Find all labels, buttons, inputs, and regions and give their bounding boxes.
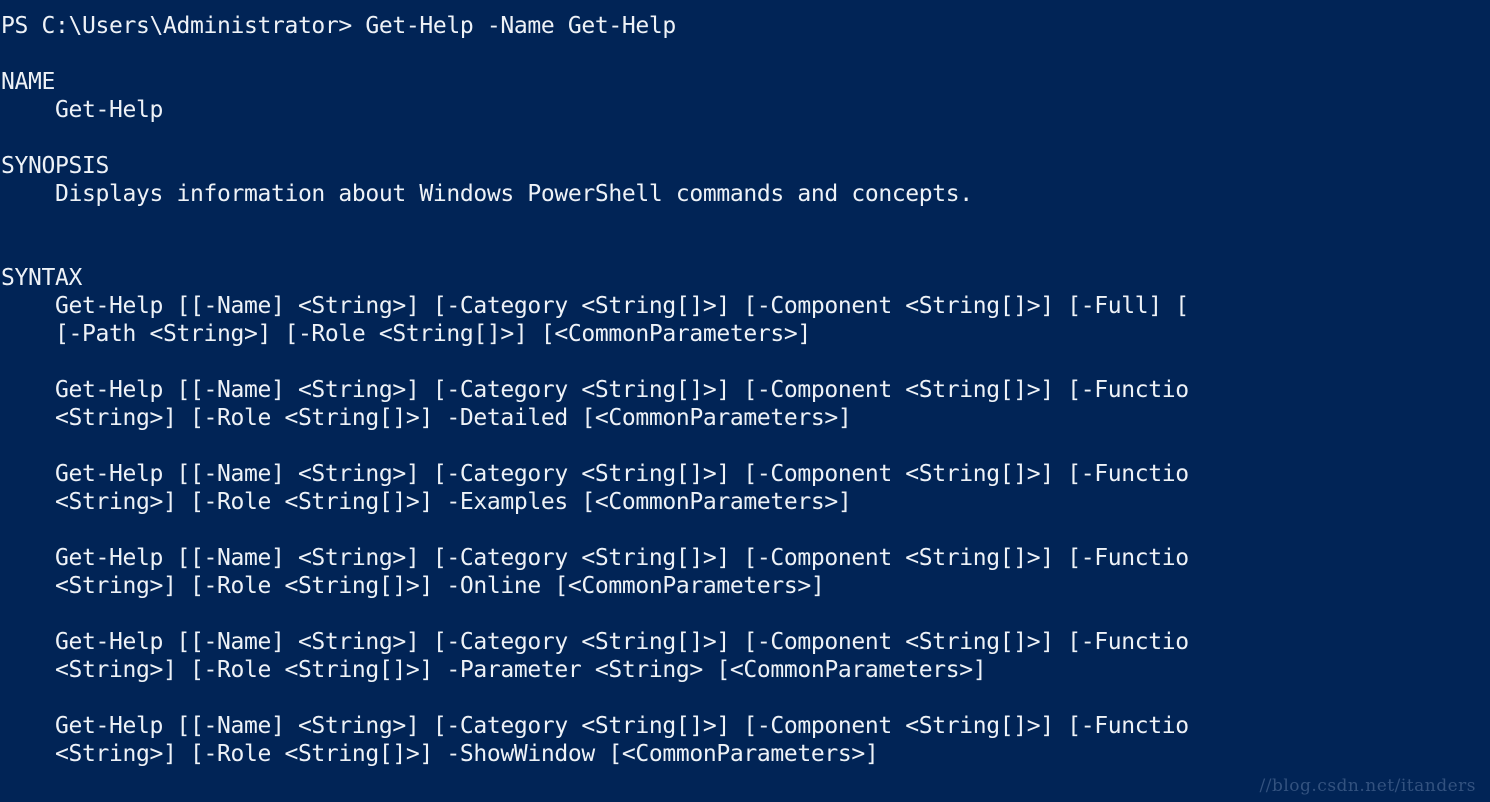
- console-line: Get-Help [[-Name] <String>] [-Category <…: [1, 545, 1189, 571]
- console-line: Get-Help [[-Name] <String>] [-Category <…: [1, 629, 1189, 655]
- watermark-label: //blog.csdn.net/itanders: [1259, 776, 1476, 796]
- console-line: Get-Help [[-Name] <String>] [-Category <…: [1, 293, 1189, 319]
- console-line: <String>] [-Role <String[]>] -Examples […: [1, 489, 852, 515]
- console-line: <String>] [-Role <String[]>] -Parameter …: [1, 657, 987, 683]
- console-line: NAME: [1, 69, 55, 95]
- console-output-buffer: PS C:\Users\Administrator> Get-Help -Nam…: [0, 12, 1490, 768]
- console-line: <String>] [-Role <String[]>] -ShowWindow…: [1, 741, 879, 767]
- console-line: Get-Help: [1, 97, 163, 123]
- console-line: Get-Help [[-Name] <String>] [-Category <…: [1, 713, 1189, 739]
- console-line: <String>] [-Role <String[]>] -Detailed […: [1, 405, 852, 431]
- console-line: SYNOPSIS: [1, 153, 109, 179]
- console-line: <String>] [-Role <String[]>] -Online [<C…: [1, 573, 825, 599]
- console-line: [-Path <String>] [-Role <String[]>] [<Co…: [1, 321, 811, 347]
- console-line: SYNTAX: [1, 265, 82, 291]
- console-line: Get-Help [[-Name] <String>] [-Category <…: [1, 377, 1189, 403]
- console-line: Get-Help [[-Name] <String>] [-Category <…: [1, 461, 1189, 487]
- console-line: Displays information about Windows Power…: [1, 181, 973, 207]
- powershell-console[interactable]: PS C:\Users\Administrator> Get-Help -Nam…: [0, 0, 1490, 802]
- console-prompt-line: PS C:\Users\Administrator> Get-Help -Nam…: [1, 13, 676, 39]
